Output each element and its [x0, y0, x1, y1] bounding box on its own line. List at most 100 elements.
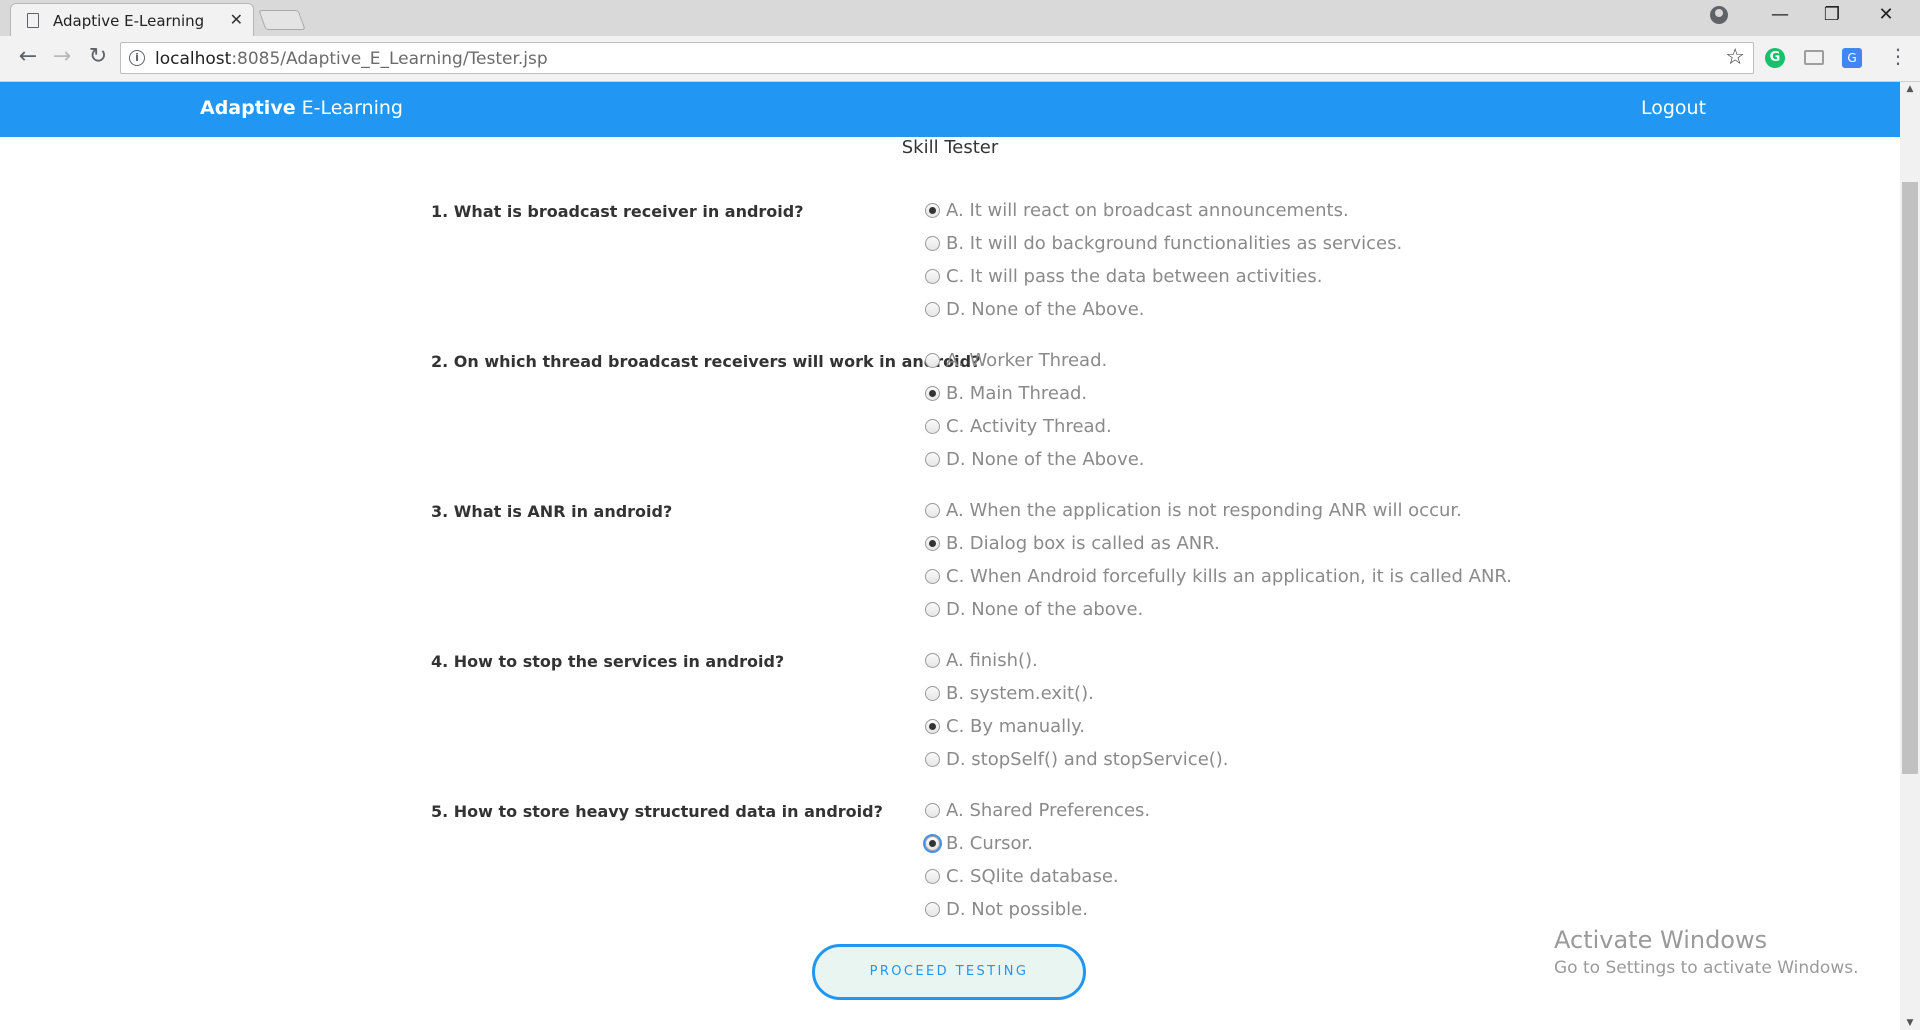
- answer-option[interactable]: B. system.exit().: [925, 683, 1229, 716]
- radio-button[interactable]: [925, 386, 940, 401]
- answer-option[interactable]: D. None of the Above.: [925, 299, 1402, 332]
- question-text: 4. How to stop the services in android?: [431, 652, 785, 671]
- radio-button[interactable]: [925, 203, 940, 218]
- radio-button[interactable]: [925, 302, 940, 317]
- answer-option[interactable]: D. stopSelf() and stopService().: [925, 749, 1229, 782]
- question-text: 3. What is ANR in android?: [431, 502, 673, 521]
- answer-options: A. It will react on broadcast announceme…: [925, 200, 1402, 332]
- option-label: A. finish().: [946, 650, 1038, 671]
- answer-options: A. When the application is not respondin…: [925, 500, 1512, 632]
- option-label: C. It will pass the data between activit…: [946, 266, 1323, 287]
- answer-option[interactable]: B. Main Thread.: [925, 383, 1145, 416]
- radio-button[interactable]: [925, 719, 940, 734]
- option-label: A. When the application is not respondin…: [946, 500, 1462, 521]
- profile-icon[interactable]: [1710, 6, 1728, 24]
- back-arrow-icon[interactable]: ←: [14, 44, 42, 69]
- answer-option[interactable]: C. It will pass the data between activit…: [925, 266, 1402, 299]
- close-tab-icon[interactable]: ✕: [230, 10, 243, 29]
- answer-option[interactable]: B. It will do background functionalities…: [925, 233, 1402, 266]
- answer-options: A. Worker Thread. B. Main Thread. C. Act…: [925, 350, 1145, 482]
- scroll-down-icon[interactable]: ▼: [1900, 1018, 1920, 1028]
- option-label: C. Activity Thread.: [946, 416, 1112, 437]
- answer-option[interactable]: A. finish().: [925, 650, 1229, 683]
- option-label: B. Dialog box is called as ANR.: [946, 533, 1220, 554]
- answer-option[interactable]: D. None of the above.: [925, 599, 1512, 632]
- option-label: A. It will react on broadcast announceme…: [946, 200, 1349, 221]
- radio-button[interactable]: [925, 602, 940, 617]
- option-label: B. It will do background functionalities…: [946, 233, 1403, 254]
- question-text: 5. How to store heavy structured data in…: [431, 802, 883, 821]
- option-label: B. Cursor.: [946, 833, 1034, 854]
- new-tab-button[interactable]: [258, 10, 306, 30]
- address-bar[interactable]: i localhost:8085/Adaptive_E_Learning/Tes…: [120, 42, 1754, 74]
- info-icon[interactable]: i: [129, 50, 145, 66]
- option-label: D. None of the Above.: [946, 299, 1145, 320]
- page-scrollbar[interactable]: ▲ ▼: [1900, 82, 1920, 1030]
- question-text: 1. What is broadcast receiver in android…: [431, 202, 804, 221]
- forward-arrow-icon[interactable]: →: [48, 44, 76, 69]
- answer-option[interactable]: B. Cursor.: [923, 833, 1150, 866]
- radio-button[interactable]: [925, 503, 940, 518]
- radio-button[interactable]: [925, 452, 940, 467]
- radio-button[interactable]: [925, 236, 940, 251]
- answer-option[interactable]: A. Shared Preferences.: [925, 800, 1150, 833]
- radio-button[interactable]: [925, 536, 940, 551]
- answer-option[interactable]: A. Worker Thread.: [925, 350, 1145, 383]
- radio-button[interactable]: [925, 686, 940, 701]
- scroll-thumb[interactable]: [1902, 182, 1918, 774]
- option-label: B. system.exit().: [946, 683, 1094, 704]
- option-label: A. Shared Preferences.: [946, 800, 1151, 821]
- proceed-testing-button[interactable]: PROCEED TESTING: [812, 944, 1086, 1000]
- radio-button[interactable]: [925, 653, 940, 668]
- radio-button[interactable]: [923, 834, 942, 853]
- document-icon: [27, 13, 39, 28]
- grammarly-icon[interactable]: G: [1765, 48, 1785, 68]
- answer-option[interactable]: D. None of the Above.: [925, 449, 1145, 482]
- close-window-button[interactable]: ✕: [1866, 4, 1906, 25]
- answer-option[interactable]: C. By manually.: [925, 716, 1229, 749]
- reload-icon[interactable]: ↻: [84, 44, 112, 69]
- activate-windows-watermark: Activate Windows Go to Settings to activ…: [1554, 926, 1859, 978]
- browser-menu-icon[interactable]: ⋮: [1888, 44, 1908, 68]
- radio-button[interactable]: [925, 353, 940, 368]
- answer-option[interactable]: A. It will react on broadcast announceme…: [925, 200, 1402, 233]
- answer-option[interactable]: D. Not possible.: [925, 899, 1150, 932]
- answer-option[interactable]: B. Dialog box is called as ANR.: [925, 533, 1512, 566]
- tab-title: Adaptive E-Learning: [53, 12, 205, 30]
- browser-tab-strip: Adaptive E-Learning ✕ — ❐ ✕: [0, 0, 1920, 36]
- browser-tab[interactable]: Adaptive E-Learning ✕: [10, 3, 254, 36]
- option-label: C. SQlite database.: [946, 866, 1119, 887]
- radio-button[interactable]: [925, 569, 940, 584]
- brand-logo[interactable]: Adaptive E-Learning: [200, 97, 403, 119]
- radio-button[interactable]: [925, 419, 940, 434]
- radio-button[interactable]: [925, 752, 940, 767]
- question-text: 2. On which thread broadcast receivers w…: [431, 352, 981, 371]
- minimize-button[interactable]: —: [1760, 4, 1800, 25]
- answer-option[interactable]: C. Activity Thread.: [925, 416, 1145, 449]
- scroll-up-icon[interactable]: ▲: [1900, 84, 1920, 94]
- app-header: Adaptive E-Learning Logout: [0, 82, 1900, 137]
- option-label: C. By manually.: [946, 716, 1085, 737]
- answer-options: A. finish(). B. system.exit(). C. By man…: [925, 650, 1229, 782]
- watermark-subtitle: Go to Settings to activate Windows.: [1554, 958, 1859, 978]
- option-label: D. None of the Above.: [946, 449, 1145, 470]
- option-label: C. When Android forcefully kills an appl…: [946, 566, 1512, 587]
- page-title: Skill Tester: [901, 137, 999, 158]
- maximize-button[interactable]: ❐: [1812, 4, 1852, 25]
- answer-option[interactable]: C. SQlite database.: [925, 866, 1150, 899]
- option-label: D. None of the above.: [946, 599, 1144, 620]
- option-label: A. Worker Thread.: [946, 350, 1108, 371]
- radio-button[interactable]: [925, 803, 940, 818]
- answer-option[interactable]: A. When the application is not respondin…: [925, 500, 1512, 533]
- url-text: localhost:8085/Adaptive_E_Learning/Teste…: [155, 49, 548, 69]
- radio-button[interactable]: [925, 269, 940, 284]
- answer-option[interactable]: C. When Android forcefully kills an appl…: [925, 566, 1512, 599]
- logout-link[interactable]: Logout: [1641, 97, 1706, 119]
- answer-options: A. Shared Preferences. B. Cursor. C. SQl…: [923, 800, 1150, 932]
- radio-button[interactable]: [925, 869, 940, 884]
- translate-icon[interactable]: G: [1842, 48, 1862, 68]
- option-label: D. Not possible.: [946, 899, 1088, 920]
- radio-button[interactable]: [925, 902, 940, 917]
- cast-icon[interactable]: [1804, 50, 1824, 65]
- bookmark-star-icon[interactable]: ☆: [1725, 45, 1745, 70]
